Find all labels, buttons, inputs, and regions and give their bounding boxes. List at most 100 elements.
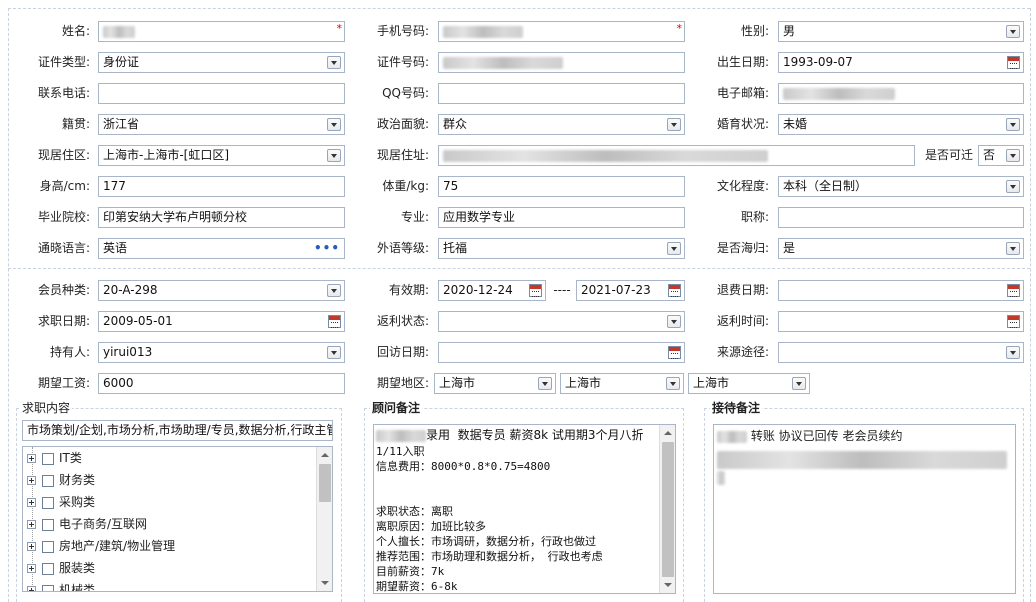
advisor-note-scrollbar[interactable] (659, 425, 675, 593)
chevron-down-icon[interactable] (327, 346, 341, 359)
chevron-down-icon[interactable] (327, 56, 341, 69)
calendar-icon[interactable] (668, 346, 681, 359)
chevron-down-icon[interactable] (666, 377, 680, 390)
chevron-down-icon[interactable] (1006, 25, 1020, 38)
calendar-icon[interactable] (668, 284, 681, 297)
weight-field[interactable]: 75 (438, 176, 685, 197)
rebatetime-field[interactable] (778, 311, 1024, 332)
tree-item[interactable]: 电子商务/互联网 (23, 513, 332, 535)
name-field[interactable]: * (98, 21, 345, 42)
school-field[interactable]: 印第安纳大学布卢明顿分校 (98, 207, 345, 228)
valid-from-field[interactable]: 2020-12-24 (438, 280, 546, 301)
chevron-down-icon[interactable] (792, 377, 806, 390)
calendar-icon[interactable] (1007, 284, 1020, 297)
visit-date-field[interactable] (438, 342, 685, 363)
edu-select[interactable]: 本科（全日制） (778, 176, 1024, 197)
expand-icon[interactable] (27, 520, 36, 529)
tree-item[interactable]: 机械类 (23, 579, 332, 591)
qq-field[interactable] (438, 83, 685, 104)
jobdate-field[interactable]: 2009-05-01 (98, 311, 345, 332)
job-content-summary[interactable]: 市场策划/企划,市场分析,市场助理/专员,数据分析,行政主管 (22, 420, 333, 441)
job-category-tree[interactable]: IT类 财务类采购类电子商务/互联网 房地产/建筑/物业管理 服装类 机械类 (22, 446, 333, 592)
tree-item[interactable]: 服装类 (23, 557, 332, 579)
checkbox[interactable] (42, 518, 54, 531)
scroll-down-icon[interactable] (317, 575, 332, 591)
chevron-down-icon[interactable] (1006, 242, 1020, 255)
gender-select[interactable]: 男 (778, 21, 1024, 42)
expand-icon[interactable] (27, 564, 36, 573)
expand-icon[interactable] (27, 476, 36, 485)
reception-note-textarea[interactable]: 转账 协议已回传 老会员续约 (713, 424, 1016, 594)
idtype-select[interactable]: 身份证 (98, 52, 345, 73)
area-district-select[interactable]: 上海市 (688, 373, 810, 394)
checkbox[interactable] (42, 584, 54, 591)
phone-field[interactable]: * (438, 21, 685, 42)
scroll-thumb[interactable] (662, 442, 674, 577)
checkbox[interactable] (42, 540, 54, 553)
chevron-down-icon[interactable] (327, 284, 341, 297)
foreign-select[interactable]: 托福 (438, 238, 685, 259)
overseas-select[interactable]: 是 (778, 238, 1024, 259)
chevron-down-icon[interactable] (667, 118, 681, 131)
major-field[interactable]: 应用数学专业 (438, 207, 685, 228)
chevron-down-icon[interactable] (1006, 346, 1020, 359)
chevron-down-icon[interactable] (1006, 118, 1020, 131)
checkbox[interactable] (42, 496, 54, 509)
marital-select[interactable]: 未婚 (778, 114, 1024, 135)
tree-item-label: 采购类 (59, 495, 96, 509)
expand-icon[interactable] (27, 586, 36, 591)
scroll-down-icon[interactable] (660, 577, 675, 593)
calendar-icon[interactable] (529, 284, 542, 297)
refund-date-field[interactable] (778, 280, 1024, 301)
advisor-note-textarea[interactable]: 录用 数据专员 薪资8k 试用期3个月八折 1/11入职 信息费用：8000*0.… (373, 424, 676, 594)
politic-select[interactable]: 群众 (438, 114, 685, 135)
area-city-select[interactable]: 上海市 (560, 373, 684, 394)
tel-label: 联系电话: (37, 86, 90, 100)
idnum-field[interactable] (438, 52, 685, 73)
calendar-icon[interactable] (328, 315, 341, 328)
holder-select[interactable]: yirui013 (98, 342, 345, 363)
address-field[interactable] (438, 145, 915, 166)
height-field[interactable]: 177 (98, 176, 345, 197)
expand-icon[interactable] (27, 454, 36, 463)
calendar-icon[interactable] (1007, 315, 1020, 328)
chevron-down-icon[interactable] (667, 242, 681, 255)
expand-icon[interactable] (27, 498, 36, 507)
source-select[interactable] (778, 342, 1024, 363)
member-select[interactable]: 20-A-298 (98, 280, 345, 301)
more-icon[interactable]: ••• (314, 239, 340, 258)
scroll-up-icon[interactable] (660, 425, 675, 441)
tel-field[interactable] (98, 83, 345, 104)
lang-field[interactable]: 英语 ••• (98, 238, 345, 259)
chevron-down-icon[interactable] (1006, 180, 1020, 193)
tree-scrollbar[interactable] (316, 447, 332, 591)
expand-icon[interactable] (27, 542, 36, 551)
salary-field[interactable]: 6000 (98, 373, 345, 394)
checkbox[interactable] (42, 562, 54, 575)
chevron-down-icon[interactable] (327, 118, 341, 131)
tree-item[interactable]: 采购类 (23, 491, 332, 513)
area-province-select[interactable]: 上海市 (434, 373, 556, 394)
chevron-down-icon[interactable] (327, 149, 341, 162)
birth-date-field[interactable]: 1993-09-07 (778, 52, 1024, 73)
scroll-thumb[interactable] (319, 464, 331, 502)
valid-to-field[interactable]: 2021-07-23 (576, 280, 685, 301)
tree-item[interactable]: 财务类 (23, 469, 332, 491)
chevron-down-icon[interactable] (1006, 149, 1020, 162)
checkbox[interactable] (42, 474, 54, 487)
checkbox[interactable] (42, 452, 54, 465)
title-field[interactable] (778, 207, 1024, 228)
email-field[interactable] (778, 83, 1024, 104)
tree-item[interactable]: 房地产/建筑/物业管理 (23, 535, 332, 557)
rebate-select[interactable] (438, 311, 685, 332)
politic-value: 群众 (443, 117, 468, 131)
native-select[interactable]: 浙江省 (98, 114, 345, 135)
residence-select[interactable]: 上海市-上海市-[虹口区] (98, 145, 345, 166)
chevron-down-icon[interactable] (667, 315, 681, 328)
residence-value: 上海市-上海市-[虹口区] (103, 148, 230, 162)
tree-item[interactable]: IT类 (23, 447, 332, 469)
scroll-up-icon[interactable] (317, 447, 332, 463)
relocate-select[interactable]: 否 (978, 145, 1024, 166)
calendar-icon[interactable] (1007, 56, 1020, 69)
chevron-down-icon[interactable] (538, 377, 552, 390)
